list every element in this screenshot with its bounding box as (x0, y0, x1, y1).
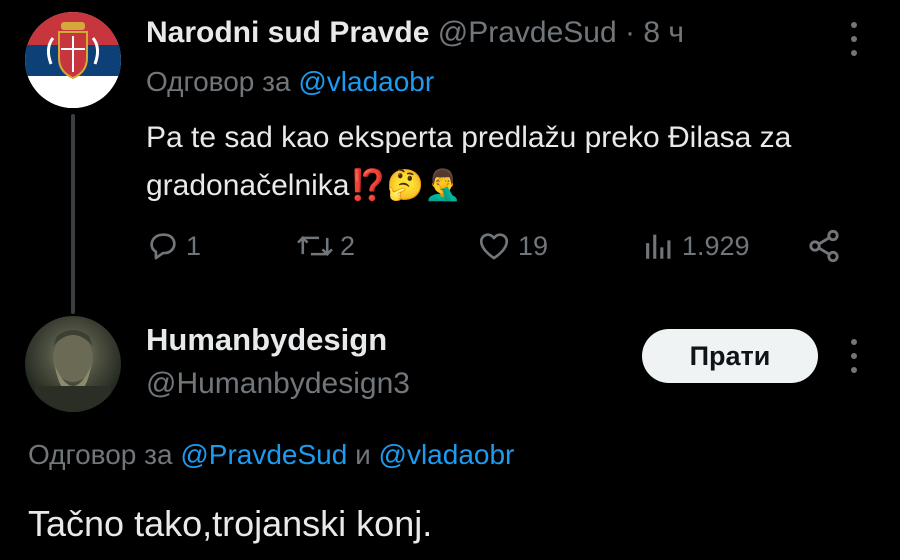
heart-icon (479, 233, 509, 260)
avatar[interactable] (25, 12, 121, 108)
dot-separator: · (616, 16, 644, 49)
conjunction: и (355, 439, 371, 470)
tweet-time[interactable]: 8 ч (643, 16, 684, 49)
reply-prefix: Одговор за (28, 439, 173, 470)
coat-of-arms-icon (46, 22, 100, 80)
author-handle[interactable]: @PravdeSud (438, 16, 617, 49)
tweet-text: Pa te sad kao eksperta predlažu preko Đi… (146, 121, 792, 202)
share-button[interactable] (806, 224, 842, 268)
more-icon[interactable] (849, 22, 859, 56)
author-name[interactable]: Narodni sud Pravde (146, 16, 429, 49)
reply-text: Tačno tako,trojanski konj. (28, 503, 433, 544)
tweet-header: Narodni sud Pravde @PravdeSud · 8 ч (146, 14, 684, 52)
reply-context: Одговор за @vladaobr (146, 64, 434, 100)
author-name[interactable]: Humanbydesign (146, 320, 387, 360)
share-icon (809, 229, 839, 263)
repost-icon (297, 236, 333, 256)
reply-context: Одговор за @PravdeSud и @vladaobr (28, 436, 514, 474)
repost-button[interactable]: 2 (296, 224, 355, 268)
reply-prefix: Одговор за (146, 66, 291, 97)
views-count: 1.929 (682, 230, 750, 261)
mention-link-pravdesud[interactable]: @PravdeSud (180, 439, 347, 470)
views-icon (646, 234, 671, 259)
action-bar: 1 2 19 1.929 (146, 224, 846, 268)
warrior-portrait-icon (35, 330, 111, 412)
avatar[interactable] (25, 316, 121, 412)
parent-tweet[interactable]: Narodni sud Pravde @PravdeSud · 8 ч Одго… (0, 0, 900, 314)
follow-button[interactable]: Прати (642, 329, 818, 383)
author-handle[interactable]: @Humanbydesign3 (146, 364, 410, 404)
repost-count: 2 (340, 230, 356, 261)
reply-count: 1 (186, 230, 202, 261)
screen: Narodni sud Pravde @PravdeSud · 8 ч Одго… (0, 0, 900, 560)
mention-link-vladaobr[interactable]: @vladaobr (379, 439, 515, 470)
mention-link[interactable]: @vladaobr (298, 66, 434, 97)
reply-button[interactable]: 1 (146, 224, 201, 268)
like-count: 19 (518, 230, 549, 261)
views-button[interactable]: 1.929 (642, 224, 750, 268)
thread-line (71, 114, 75, 314)
like-button[interactable]: 19 (476, 224, 548, 268)
more-icon[interactable] (849, 339, 859, 373)
reply-icon (150, 233, 176, 260)
